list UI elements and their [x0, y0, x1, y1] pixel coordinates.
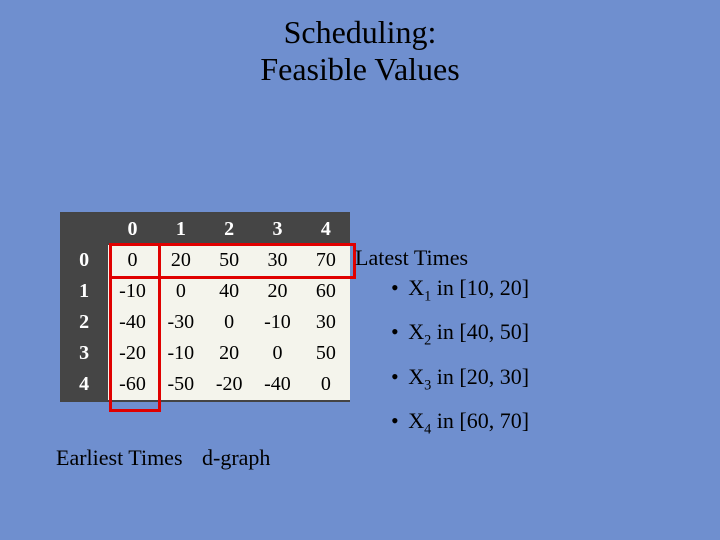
var-name: X [408, 364, 424, 389]
title-line-2: Feasible Values [260, 51, 459, 87]
cell: 50 [205, 245, 253, 276]
latest-times-label: Latest Times [355, 245, 468, 270]
var-name: X [408, 408, 424, 433]
cell: -40 [253, 369, 301, 400]
row-header: 1 [60, 276, 108, 307]
title-line-1: Scheduling: [284, 14, 437, 50]
in-word: in [437, 408, 460, 433]
cell: -30 [157, 307, 205, 338]
latest-item: • X4 in [60, 70] [391, 408, 529, 438]
cell: 50 [302, 338, 350, 369]
in-word: in [437, 319, 460, 344]
latest-times-list: • X1 in [10, 20] • X2 in [40, 50] • X3 i… [391, 275, 529, 439]
row-header: 3 [60, 338, 108, 369]
cell: 20 [157, 245, 205, 276]
cell: -10 [253, 307, 301, 338]
col-header: 2 [205, 214, 253, 245]
latest-times-block: Latest Times • X1 in [10, 20] • X2 in [4… [355, 245, 529, 453]
cell: -10 [157, 338, 205, 369]
range: [10, 20] [459, 275, 529, 300]
range: [60, 70] [459, 408, 529, 433]
table-corner [60, 214, 108, 245]
cell: -60 [108, 369, 156, 400]
var-sub: 3 [424, 377, 431, 393]
slide-title: Scheduling: Feasible Values [0, 0, 720, 88]
cell: 60 [302, 276, 350, 307]
cell: 0 [302, 369, 350, 400]
bullet-icon: • [391, 364, 399, 389]
range: [20, 30] [459, 364, 529, 389]
row-header: 0 [60, 245, 108, 276]
var-name: X [408, 275, 424, 300]
cell: 20 [253, 276, 301, 307]
var-sub: 1 [424, 288, 431, 304]
cell: 0 [205, 307, 253, 338]
table-header-row: 0 1 2 3 4 [60, 214, 350, 245]
cell: -50 [157, 369, 205, 400]
cell: 70 [302, 245, 350, 276]
latest-item: • X1 in [10, 20] [391, 275, 529, 305]
in-word: in [437, 275, 460, 300]
cell: -40 [108, 307, 156, 338]
bottom-labels: Earliest Times d-graph [56, 445, 270, 471]
cell: 0 [108, 245, 156, 276]
col-header: 3 [253, 214, 301, 245]
in-word: in [437, 364, 460, 389]
cell: -10 [108, 276, 156, 307]
table-row: 4 -60 -50 -20 -40 0 [60, 369, 350, 400]
range: [40, 50] [459, 319, 529, 344]
latest-item: • X3 in [20, 30] [391, 364, 529, 394]
col-header: 0 [108, 214, 156, 245]
col-header: 4 [302, 214, 350, 245]
cell: 0 [253, 338, 301, 369]
cell: 20 [205, 338, 253, 369]
cell: -20 [205, 369, 253, 400]
table-row: 1 -10 0 40 20 60 [60, 276, 350, 307]
table-row: 3 -20 -10 20 0 50 [60, 338, 350, 369]
var-sub: 4 [424, 422, 431, 438]
row-header: 2 [60, 307, 108, 338]
var-name: X [408, 319, 424, 344]
latest-item: • X2 in [40, 50] [391, 319, 529, 349]
row-header: 4 [60, 369, 108, 400]
cell: 30 [302, 307, 350, 338]
col-header: 1 [157, 214, 205, 245]
cell: 0 [157, 276, 205, 307]
bullet-icon: • [391, 408, 399, 433]
distance-table: 0 1 2 3 4 0 0 20 50 30 70 1 -1 [60, 212, 350, 402]
bullet-icon: • [391, 319, 399, 344]
var-sub: 2 [424, 333, 431, 349]
dgraph-label: d-graph [202, 445, 270, 470]
cell: -20 [108, 338, 156, 369]
cell: 40 [205, 276, 253, 307]
slide: Scheduling: Feasible Values 0 1 2 3 4 0 … [0, 0, 720, 540]
table-row: 2 -40 -30 0 -10 30 [60, 307, 350, 338]
table-row: 0 0 20 50 30 70 [60, 245, 350, 276]
earliest-times-label: Earliest Times [56, 445, 183, 470]
bullet-icon: • [391, 275, 399, 300]
cell: 30 [253, 245, 301, 276]
